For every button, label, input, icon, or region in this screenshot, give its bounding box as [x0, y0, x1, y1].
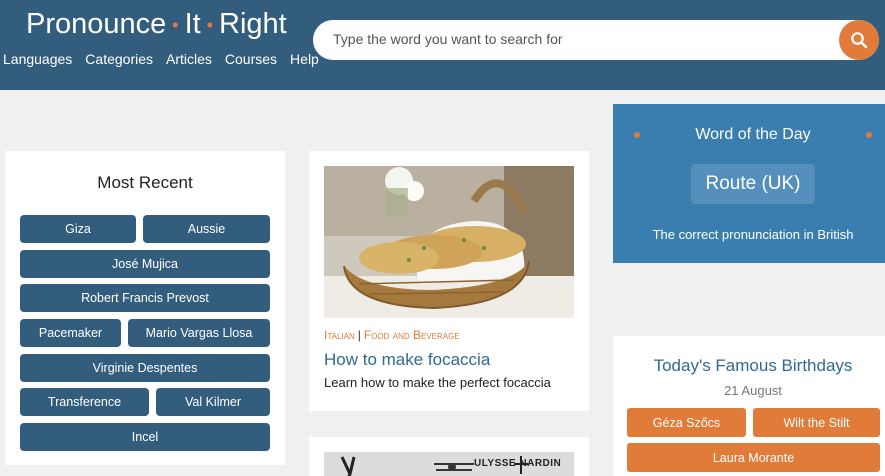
article-image-focaccia[interactable]	[324, 166, 574, 318]
famous-birthdays-panel: Today's Famous Birthdays 21 August Géza …	[613, 336, 885, 476]
most-recent-panel: Most Recent Giza Aussie José Mujica Robe…	[5, 151, 285, 465]
birthday-chip-geza-szocs[interactable]: Géza Szőcs	[627, 408, 746, 437]
article-image-2[interactable]: ULYSSE NARDIN	[324, 452, 574, 476]
logo-word-right: Right	[219, 8, 287, 40]
recent-chip-pacemaker[interactable]: Pacemaker	[20, 319, 121, 347]
article-description: Learn how to make the perfect focaccia	[324, 375, 551, 390]
category-separator: |	[357, 328, 361, 342]
recent-chip-robert-francis-prevost[interactable]: Robert Francis Prevost	[20, 284, 270, 312]
category-link-italian[interactable]: Italian	[324, 328, 355, 342]
logo-dot: •	[172, 14, 179, 35]
article-card: Italian | Food and Beverage How to make fo…	[309, 151, 589, 411]
site-logo[interactable]: Pronounce • It • Right	[26, 8, 287, 41]
category-link-food-beverage[interactable]: Food and Beverage	[364, 328, 460, 342]
search-input[interactable]	[333, 31, 833, 47]
recent-chip-mario-vargas-llosa[interactable]: Mario Vargas Llosa	[128, 319, 270, 347]
bullet-icon	[866, 132, 872, 138]
nav-help[interactable]: Help	[290, 51, 319, 67]
recent-chip-giza[interactable]: Giza	[20, 215, 136, 243]
word-of-the-day-word[interactable]: Route (UK)	[691, 164, 815, 204]
logo-dot: •	[206, 14, 214, 35]
recent-chip-aussie[interactable]: Aussie	[143, 215, 270, 243]
recent-chip-val-kilmer[interactable]: Val Kilmer	[156, 388, 270, 416]
word-of-the-day-panel: Word of the Day Route (UK) The correct p…	[613, 104, 885, 263]
nav-articles[interactable]: Articles	[166, 51, 212, 67]
recent-chip-transference[interactable]: Transference	[20, 388, 149, 416]
site-header: Pronounce • It • Right Languages Categories …	[0, 0, 885, 90]
nav-languages[interactable]: Languages	[3, 51, 72, 67]
birthday-chip-wilt-the-stilt[interactable]: Wilt the Stilt	[753, 408, 880, 437]
word-of-the-day-subtitle: The correct pronunciation in British	[652, 227, 854, 242]
birthday-chip-laura-morante[interactable]: Laura Morante	[627, 443, 880, 472]
article-title-link[interactable]: How to make focaccia	[324, 350, 490, 370]
search-bar	[313, 20, 879, 60]
recent-chip-virginie-despentes[interactable]: Virginie Despentes	[20, 354, 270, 382]
logo-word-pronounce: Pronounce	[26, 8, 167, 40]
search-button[interactable]	[839, 20, 879, 60]
logo-word-it: It	[184, 8, 201, 40]
nav-courses[interactable]: Courses	[225, 51, 277, 67]
focaccia-basket-image	[324, 166, 574, 318]
ulysse-nardin-text: ULYSSE NARDIN	[474, 458, 562, 469]
main-nav: Languages Categories Articles Courses He…	[3, 51, 332, 67]
article-categories: Italian | Food and Beverage	[324, 328, 460, 342]
recent-chip-jose-mujica[interactable]: José Mujica	[20, 250, 270, 278]
search-icon	[851, 32, 868, 49]
birthdays-date: 21 August	[724, 383, 782, 398]
famous-birthdays-title[interactable]: Today's Famous Birthdays	[613, 356, 885, 376]
most-recent-title: Most Recent	[97, 173, 193, 192]
recent-chip-incel[interactable]: Incel	[20, 423, 270, 451]
word-of-the-day-title: Word of the Day	[695, 126, 811, 143]
article-card-2: ULYSSE NARDIN	[309, 437, 589, 476]
nav-categories[interactable]: Categories	[85, 51, 153, 67]
